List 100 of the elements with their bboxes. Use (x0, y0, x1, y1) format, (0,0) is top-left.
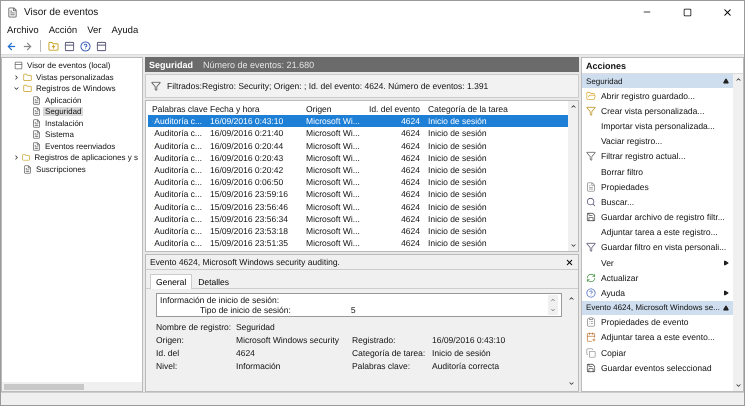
action-item[interactable]: Adjuntar tarea a este registro... (582, 224, 733, 240)
log-icon (32, 130, 41, 140)
table-cell-text: Auditoría c... (151, 238, 203, 248)
section-header[interactable]: Seguridad (582, 74, 733, 88)
vertical-scrollbar[interactable] (568, 101, 578, 252)
tree-item[interactable]: Suscripciones (34, 164, 88, 174)
scroll-down-icon[interactable] (734, 382, 742, 389)
expand-caret-icon[interactable] (13, 154, 20, 162)
event-row[interactable]: Auditoría c... 15/09/2016 23:53:18 Microsoft Wi... 4624 Inicio de sesión (148, 224, 568, 238)
help-icon (586, 288, 596, 298)
action-item[interactable]: Propiedades (582, 179, 733, 194)
tree-item[interactable]: Registros de Windows (34, 84, 118, 94)
tree-item[interactable]: Eventos reenviados (43, 142, 118, 151)
field-value: Información (236, 361, 282, 372)
tree-item[interactable]: Aplicación (43, 96, 84, 105)
document-icon (586, 317, 596, 328)
column-header[interactable]: Origen (302, 104, 364, 114)
action-item[interactable]: Propiedades de evento (582, 314, 733, 330)
event-row[interactable]: Auditoría c... 16/09/2016 0:20:43 Microsoft Wi... 4624 Inicio de sesión (148, 152, 568, 164)
tab[interactable]: General (150, 274, 192, 290)
event-row[interactable]: Auditoría c... 15/09/2016 23:51:35 Microsoft Wi... 4624 Inicio de sesión (148, 237, 568, 250)
event-row[interactable]: Auditoría c... 16/09/2016 0:21:40 Microsoft Wi... 4624 Inicio de sesión (148, 127, 568, 140)
log-icon (23, 164, 32, 174)
event-row[interactable]: Auditoría c... 15/09/2016 23:59:16 Microsoft Wi... 4624 Inicio de sesión (148, 188, 568, 200)
tree-item[interactable]: Sistema (43, 130, 76, 140)
menu-item[interactable]: Ver (87, 25, 102, 36)
collapse-icon[interactable] (723, 304, 729, 311)
tab[interactable]: Detalles (192, 274, 235, 290)
column-header[interactable]: Id. del evento (364, 104, 424, 114)
scroll-up-icon[interactable] (570, 103, 576, 110)
copy-icon (586, 348, 596, 358)
scroll-up-icon[interactable] (568, 295, 574, 302)
computer-icon (14, 61, 23, 70)
action-item[interactable]: Abrir registro guardado... (582, 88, 733, 104)
close-icon (722, 6, 732, 18)
column-header[interactable]: Palabras clave (148, 104, 206, 114)
column-header[interactable]: Categoría de la tarea (424, 104, 568, 114)
tree-item[interactable]: Registros de aplicaciones y s (32, 153, 140, 162)
expand-caret-icon[interactable] (13, 74, 20, 81)
table-cell-text: Inicio de sesión (427, 214, 488, 224)
table-cell-text: Microsoft Wi... (305, 226, 361, 236)
app-icon (7, 6, 18, 18)
field-label: Nombre de registro: (156, 322, 232, 332)
horizontal-scrollbar[interactable] (2, 382, 142, 391)
event-row[interactable]: Auditoría c... 16/09/2016 0:20:42 Microsoft Wi... 4624 Inicio de sesión (148, 164, 568, 176)
event-row[interactable]: Auditoría c... 16/09/2016 0:06:50 Microsoft Wi... 4624 Inicio de sesión (148, 176, 568, 188)
table-cell-text: 15/09/2016 23:56:46 (209, 202, 289, 212)
menu-item[interactable]: Archivo (7, 25, 39, 36)
expand-caret-icon[interactable] (13, 85, 20, 92)
field-label: Origen: (156, 335, 185, 346)
event-row[interactable]: Auditoría c... 15/09/2016 23:56:46 Microsoft Wi... 4624 Inicio de sesión (148, 200, 568, 213)
scroll-down-icon[interactable] (568, 380, 574, 387)
action-item[interactable]: Guardar filtro en vista personali... (582, 240, 733, 256)
menu-item[interactable]: Acción (48, 25, 78, 36)
table-cell-text: 4624 (400, 165, 421, 176)
tree-item[interactable]: Seguridad (43, 107, 84, 116)
tree-item[interactable]: Visor de eventos (local) (25, 61, 112, 70)
vertical-scrollbar[interactable] (733, 74, 743, 391)
action-item[interactable]: Adjuntar tarea a este evento... (582, 330, 733, 345)
close-button[interactable] (565, 258, 574, 267)
scroll-up-icon[interactable] (734, 76, 742, 83)
panel-button[interactable] (95, 39, 108, 53)
table-cell-text: Inicio de sesión (427, 152, 488, 163)
collapse-icon[interactable] (723, 78, 729, 84)
description-text: Información de inicio de sesión: (160, 295, 280, 306)
table-cell-text: Auditoría c... (151, 189, 203, 200)
section-header[interactable]: Evento 4624, Microsoft Windows se... (582, 300, 733, 315)
action-item[interactable]: Ver (582, 255, 733, 270)
table-cell-text: Inicio de sesión (427, 226, 488, 236)
field-label: Registrado: (352, 335, 396, 346)
event-row[interactable]: Auditoría c... 16/09/2016 0:43:10 Microsoft Wi... 4624 Inicio de sesión (148, 115, 568, 128)
action-item[interactable]: Actualizar (582, 270, 733, 286)
scroll-down-icon[interactable] (570, 242, 576, 250)
menu-item[interactable]: Ayuda (111, 25, 138, 36)
field-value: Microsoft Windows security (236, 335, 340, 346)
action-item[interactable]: Guardar archivo de registro filtr... (582, 210, 733, 225)
table-cell-text: 15/09/2016 23:59:16 (209, 189, 289, 200)
action-item[interactable]: Crear vista personalizada... (582, 103, 733, 118)
help-button[interactable] (79, 39, 92, 53)
event-row[interactable]: Auditoría c... 15/09/2016 23:56:34 Microsoft Wi... 4624 Inicio de sesión (148, 212, 568, 225)
action-item[interactable]: Borrar filtro (582, 164, 733, 180)
action-item[interactable]: Filtrar registro actual... (582, 148, 733, 164)
action-item[interactable]: Vaciar registro... (582, 134, 733, 149)
table-cell-text: 4624 (400, 152, 421, 163)
tree-item[interactable]: Instalación (43, 118, 86, 128)
panel-button[interactable] (63, 39, 76, 53)
action-item[interactable]: Ayuda (582, 285, 733, 301)
field-label: Palabras clave: (352, 361, 412, 372)
filter-icon (586, 151, 596, 162)
action-item[interactable]: Importar vista personalizada... (582, 118, 733, 134)
field-label: Nivel: (156, 361, 178, 372)
search-icon (586, 196, 596, 207)
action-item[interactable]: Copiar (582, 345, 733, 360)
action-item[interactable]: Buscar... (582, 194, 733, 210)
column-header[interactable]: Fecha y hora (206, 104, 302, 114)
table-cell-text: 16/09/2016 0:20:43 (209, 152, 284, 163)
table-cell-text: 4624 (400, 214, 421, 224)
action-item[interactable]: Guardar eventos seleccionad (582, 360, 733, 376)
tree-item[interactable]: Vistas personalizadas (34, 72, 116, 82)
event-row[interactable]: Auditoría c... 16/09/2016 0:20:44 Microsoft Wi... 4624 Inicio de sesión (148, 140, 568, 152)
